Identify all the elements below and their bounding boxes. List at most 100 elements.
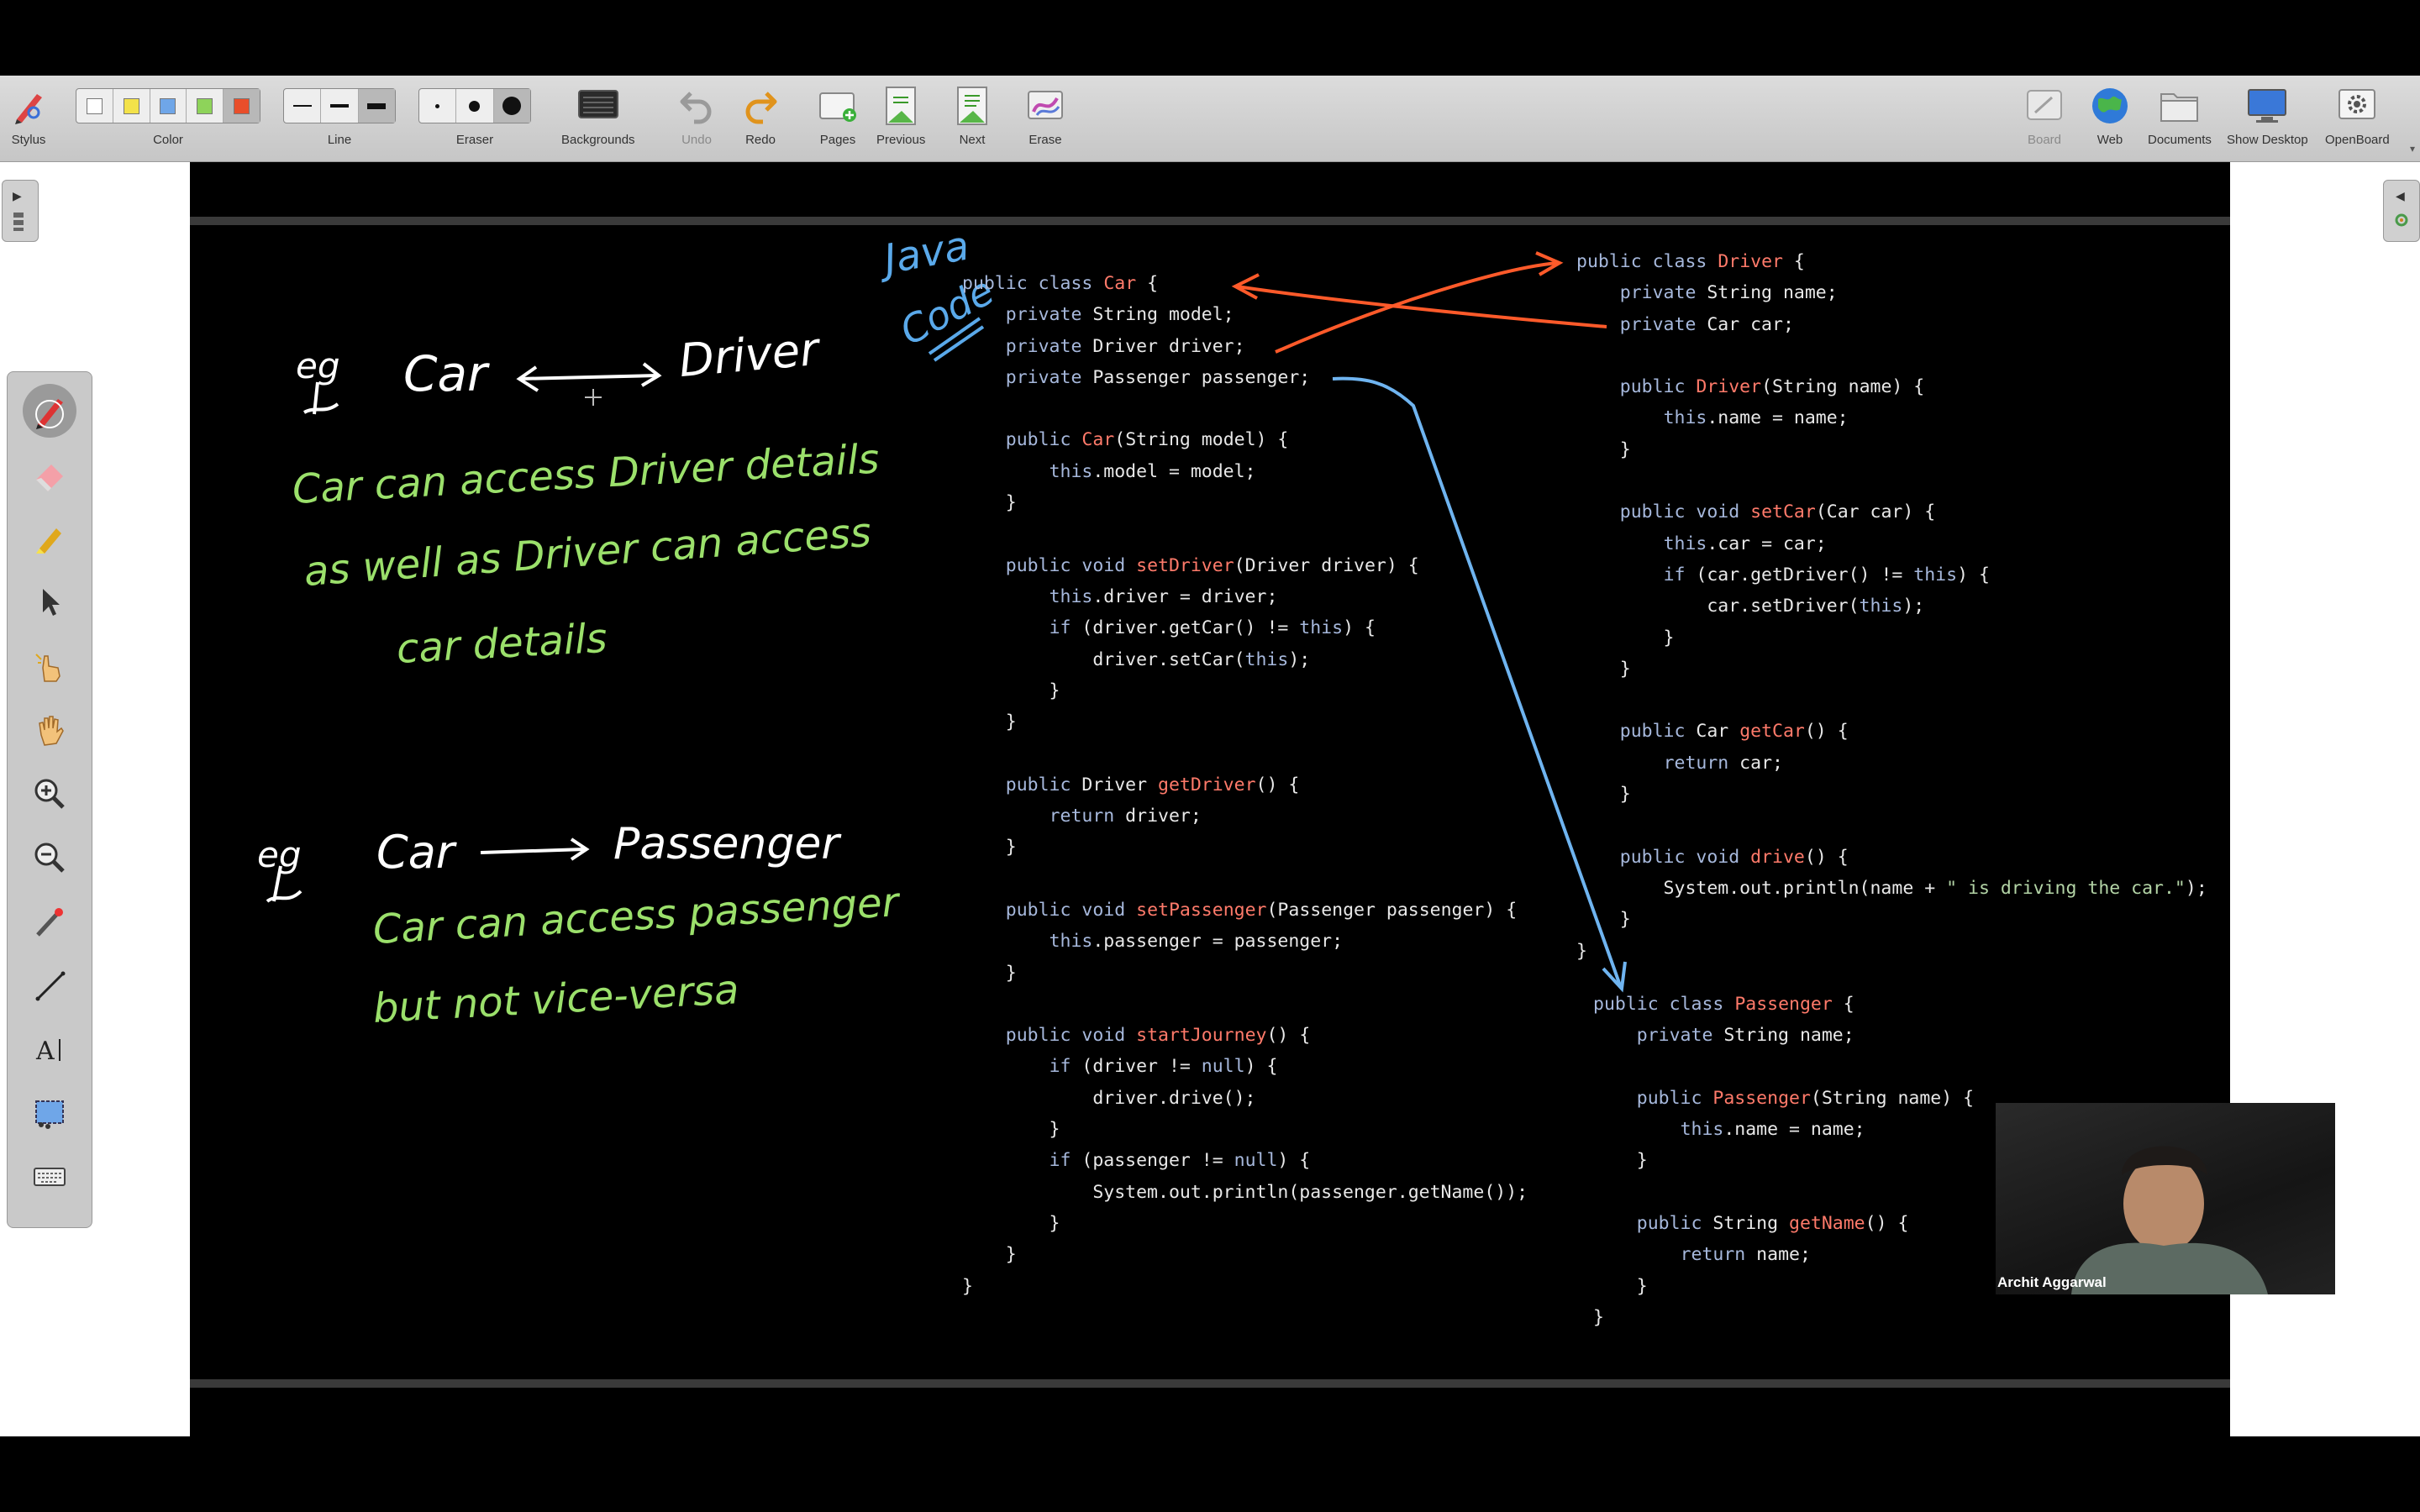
pen-tool[interactable] xyxy=(23,384,76,438)
code-block-car-class: public class Car { private String model;… xyxy=(962,268,1528,1302)
cursor-crosshair-icon xyxy=(585,389,602,406)
code-line: this.name = name; xyxy=(1663,407,1849,429)
code-line: if (driver != null) { xyxy=(1049,1056,1278,1078)
erase-button[interactable]: Erase xyxy=(1025,82,1065,147)
expand-left-icon: ◀ xyxy=(2396,189,2405,202)
zoom-out-icon xyxy=(34,843,65,873)
text-tool[interactable]: A xyxy=(23,1022,76,1076)
stylus-tool[interactable]: Stylus xyxy=(8,82,49,147)
zoom-in-icon xyxy=(34,779,65,809)
redo-label: Redo xyxy=(745,133,776,147)
previous-button[interactable]: Previous xyxy=(876,82,925,147)
eraser-icon xyxy=(36,465,63,491)
color-picker xyxy=(76,88,260,123)
laser-pointer-tool[interactable] xyxy=(23,895,76,948)
stylus-label: Stylus xyxy=(11,133,46,147)
code-line: private Passenger passenger; xyxy=(1005,366,1311,388)
eraser-large-option[interactable] xyxy=(493,89,530,123)
interact-tool[interactable] xyxy=(23,639,76,693)
code-line: public Driver(String name) { xyxy=(1619,376,1925,398)
code-line: public void setPassenger(Passenger passe… xyxy=(1005,899,1518,921)
expand-right-icon: ▶ xyxy=(13,189,22,202)
highlighter-tool[interactable] xyxy=(23,512,76,565)
board-label: Board xyxy=(2027,133,2062,147)
undo-button[interactable]: Undo xyxy=(677,82,716,147)
code-line: public Car(String model) { xyxy=(1005,429,1289,451)
color-green-swatch[interactable] xyxy=(187,89,224,123)
color-label: Color xyxy=(153,133,183,147)
presenter-name: Archit Aggarwal xyxy=(1997,1274,2107,1290)
board-button[interactable]: Board xyxy=(2025,82,2064,147)
code-line: car.setDriver(this); xyxy=(1576,596,1925,617)
code-line: public Driver getDriver() { xyxy=(1005,774,1300,795)
code-line: private String name; xyxy=(1619,282,1838,304)
color-white-swatch[interactable] xyxy=(76,89,113,123)
whiteboard-canvas[interactable]: Java Code eg Car Driver Car can access D… xyxy=(190,162,2230,1436)
code-line: public Passenger(String name) { xyxy=(1636,1087,1975,1109)
eraser-tool[interactable] xyxy=(23,448,76,501)
openboard-label: OpenBoard xyxy=(2325,133,2390,147)
zoom-in-tool[interactable] xyxy=(23,767,76,821)
code-line: } xyxy=(1576,627,1675,648)
zoom-out-tool[interactable] xyxy=(23,831,76,885)
web-label: Web xyxy=(2096,133,2123,147)
code-line: System.out.println(passenger.getName()); xyxy=(962,1181,1528,1203)
eraser-medium-option[interactable] xyxy=(456,89,494,123)
desktop-icon xyxy=(2246,82,2288,129)
eg-underline-2 xyxy=(266,865,302,903)
backgrounds-button[interactable]: Backgrounds xyxy=(561,82,635,147)
left-pages-panel-tab[interactable]: ▶ xyxy=(2,180,39,242)
code-line: this.model = model; xyxy=(1049,460,1256,482)
redo-button[interactable]: Redo xyxy=(741,82,780,147)
code-line: private Car car; xyxy=(1619,313,1794,335)
hand-pan-tool[interactable] xyxy=(23,703,76,757)
code-line: return name; xyxy=(1680,1244,1811,1266)
eraser-size-tool: Eraser xyxy=(418,82,531,147)
code-line: if (car.getDriver() != this) { xyxy=(1663,564,1990,585)
documents-label: Documents xyxy=(2148,133,2212,147)
chevron-down-icon[interactable]: ▾ xyxy=(2410,143,2415,155)
line-medium-option[interactable] xyxy=(321,89,359,123)
color-red-swatch[interactable] xyxy=(224,89,260,123)
code-block-passenger-class: public class Passenger { private String … xyxy=(1593,989,1974,1333)
text-icon: A xyxy=(35,1037,60,1066)
eraser-small-option[interactable] xyxy=(419,89,457,123)
code-line: System.out.println(name + " is driving t… xyxy=(1576,877,2207,899)
show-desktop-button[interactable]: Show Desktop xyxy=(2227,82,2308,147)
color-yellow-swatch[interactable] xyxy=(113,89,150,123)
pages-button[interactable]: Pages xyxy=(818,82,858,147)
code-line: if (passenger != null) { xyxy=(1049,1150,1311,1172)
documents-button[interactable]: Documents xyxy=(2148,82,2212,147)
capture-tool[interactable] xyxy=(23,1086,76,1140)
line-draw-tool[interactable] xyxy=(23,958,76,1012)
code-line: public void drive() { xyxy=(1619,846,1849,868)
code-line: if (driver.getCar() != this) { xyxy=(1049,617,1376,639)
backgrounds-icon xyxy=(576,82,620,129)
eraser-size-picker xyxy=(418,88,531,123)
line-thin-option[interactable] xyxy=(284,89,322,123)
openboard-menu-button[interactable]: OpenBoard xyxy=(2325,82,2390,147)
line-tool: Line xyxy=(283,82,396,147)
line-icon xyxy=(35,971,66,1001)
keyboard-icon xyxy=(34,1168,66,1186)
code-line: } xyxy=(962,837,1017,858)
web-button[interactable]: Web xyxy=(2090,82,2130,147)
code-line: } xyxy=(1576,438,1631,460)
selector-tool[interactable] xyxy=(23,575,76,629)
line-width-picker xyxy=(283,88,396,123)
code-line: public void startJourney() { xyxy=(1005,1025,1311,1047)
code-line: } xyxy=(1576,909,1631,931)
right-library-panel-tab[interactable]: ◀ xyxy=(2383,180,2420,242)
line-thick-option[interactable] xyxy=(358,89,395,123)
color-blue-swatch[interactable] xyxy=(150,89,187,123)
erase-icon xyxy=(1025,82,1065,129)
code-line: public Car getCar() { xyxy=(1619,721,1849,743)
next-button[interactable]: Next xyxy=(953,82,992,147)
keyboard-tool[interactable] xyxy=(23,1150,76,1204)
gear-icon xyxy=(2336,82,2378,129)
code-line: } xyxy=(1593,1150,1648,1172)
webcam-video-overlay: Archit Aggarwal xyxy=(1996,1103,2335,1294)
